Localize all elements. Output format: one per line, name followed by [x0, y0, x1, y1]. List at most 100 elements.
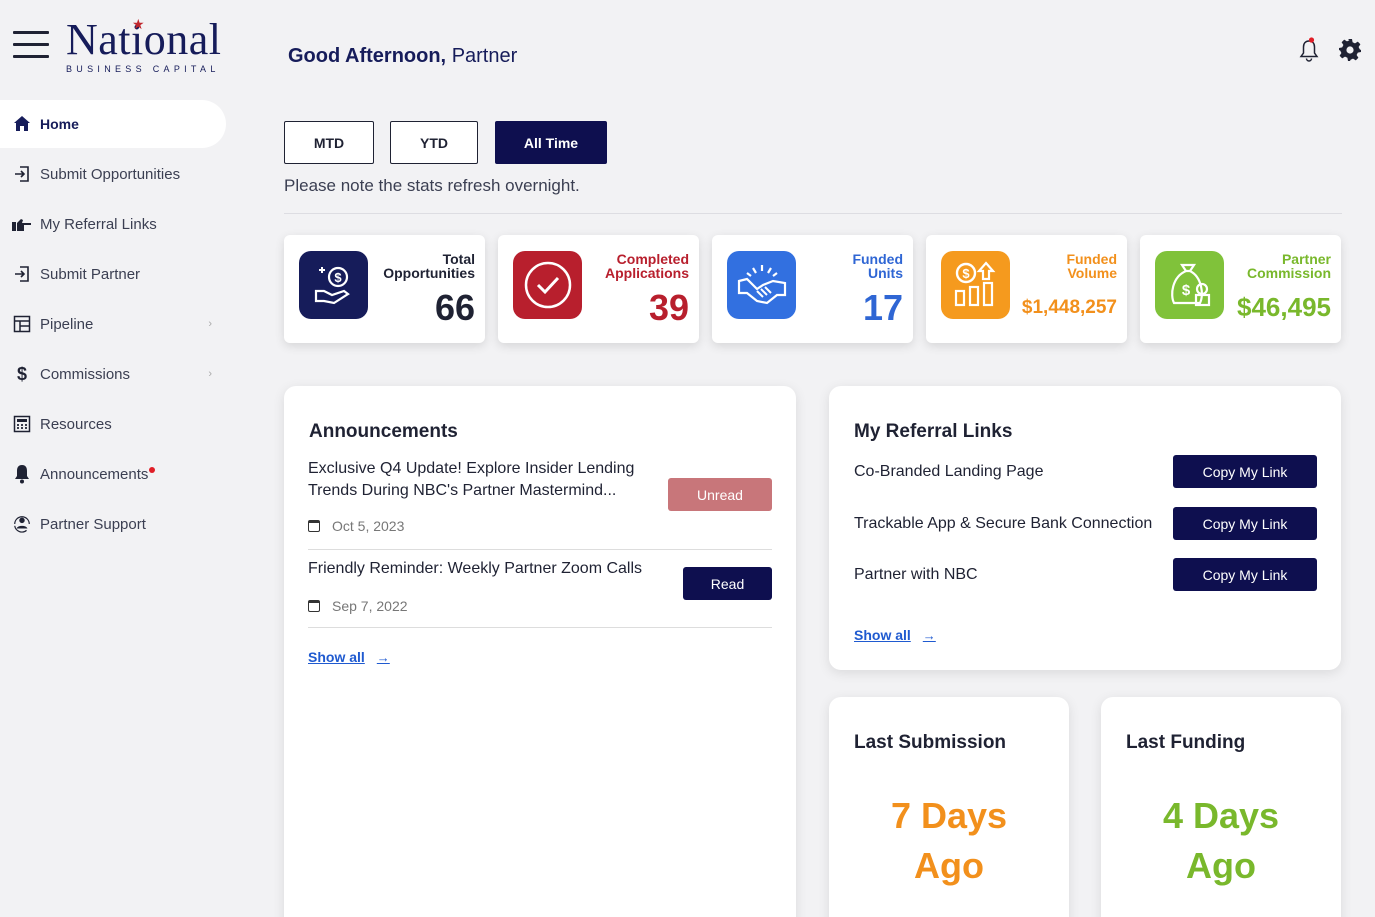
last-submission-title: Last Submission	[854, 732, 1007, 753]
sidebar-item-label: Home	[40, 116, 79, 132]
stat-label: Funded Volume	[1066, 251, 1117, 281]
sidebar-item-announcements[interactable]: Announcements	[0, 450, 226, 498]
calculator-icon	[12, 414, 32, 434]
sidebar-item-label: Announcements	[40, 465, 149, 483]
notification-dot	[149, 467, 156, 473]
sidebar-nav: Home Submit Opportunities My Referral Li…	[0, 100, 226, 550]
star-icon: ★	[132, 16, 145, 32]
announcement-title[interactable]: Exclusive Q4 Update! Explore Insider Len…	[308, 458, 658, 502]
divider	[308, 627, 772, 628]
announcement-title[interactable]: Friendly Reminder: Weekly Partner Zoom C…	[308, 558, 658, 580]
stat-value: $1,448,257	[1021, 297, 1117, 318]
sidebar-item-partner-support[interactable]: Partner Support	[0, 500, 226, 548]
svg-text:$: $	[334, 270, 342, 285]
calendar-icon	[308, 520, 320, 532]
divider	[308, 549, 772, 550]
arrow-right-icon: →	[376, 649, 390, 665]
filter-ytd-button[interactable]: YTD	[390, 121, 478, 164]
last-funding-value: 4 Days Ago	[1162, 795, 1280, 886]
filter-all-time-button[interactable]: All Time	[495, 121, 607, 164]
sidebar-item-label: Resources	[40, 415, 112, 433]
last-funding-title: Last Funding	[1126, 732, 1246, 753]
chevron-right-icon: ›	[208, 318, 212, 330]
sidebar-item-submit-partner[interactable]: Submit Partner	[0, 250, 226, 298]
growth-chart-icon: $	[941, 251, 1010, 319]
home-icon	[12, 114, 32, 134]
last-submission-value: 7 Days Ago	[890, 795, 1008, 886]
read-status-button[interactable]: Read	[683, 567, 772, 600]
stats-refresh-note: Please note the stats refresh overnight.	[284, 176, 580, 195]
settings-gear-icon[interactable]	[1338, 38, 1362, 62]
bell-icon	[12, 464, 32, 484]
referral-links-title: My Referral Links	[854, 421, 1013, 442]
greeting: Good Afternoon, Partner	[288, 45, 517, 68]
sidebar-item-submit-opportunities[interactable]: Submit Opportunities	[0, 150, 226, 198]
dollar-icon: $	[16, 363, 27, 384]
check-circle-icon	[513, 251, 582, 319]
announcement-date: Sep 7, 2022	[308, 598, 772, 614]
pipeline-icon	[12, 314, 32, 334]
referral-links-panel: My Referral Links Co-Branded Landing Pag…	[829, 386, 1341, 670]
hand-dollar-icon: $	[299, 251, 368, 319]
greeting-name: Partner	[451, 45, 518, 67]
calendar-icon	[308, 600, 320, 612]
referral-link-row: Trackable App & Secure Bank Connection C…	[854, 507, 1317, 540]
referral-link-label: Trackable App & Secure Bank Connection	[854, 514, 1153, 532]
submit-icon	[12, 264, 32, 284]
stat-value: 17	[862, 287, 903, 328]
copy-link-button[interactable]: Copy My Link	[1173, 455, 1317, 488]
menu-icon[interactable]	[13, 31, 49, 59]
stat-label: Completed Applications	[604, 251, 689, 281]
stat-card-completed-applications: Completed Applications 39	[498, 235, 699, 343]
chevron-right-icon: ›	[208, 368, 212, 380]
svg-text:$: $	[962, 266, 970, 281]
show-all-announcements-link[interactable]: Show all →	[308, 649, 390, 665]
announcements-title: Announcements	[309, 421, 458, 442]
referral-link-row: Co-Branded Landing Page Copy My Link	[854, 455, 1317, 488]
greeting-text: Good Afternoon,	[288, 45, 447, 67]
notifications-bell-icon[interactable]	[1297, 36, 1321, 64]
copy-link-button[interactable]: Copy My Link	[1173, 507, 1317, 540]
stat-value: $46,495	[1237, 292, 1331, 322]
sidebar-item-label: Submit Partner	[40, 265, 141, 283]
stat-label: Funded Units	[852, 251, 903, 281]
sidebar-item-home[interactable]: Home	[0, 100, 226, 148]
sidebar-item-my-referral-links[interactable]: My Referral Links	[0, 200, 226, 248]
announcement-date: Oct 5, 2023	[308, 518, 772, 534]
submit-icon	[12, 164, 32, 184]
money-bag-icon: $	[1155, 251, 1224, 319]
stat-card-total-opportunities: $ Total Opportunities 66	[284, 235, 485, 343]
stat-label: Total Opportunities	[383, 251, 475, 281]
filter-mtd-button[interactable]: MTD	[284, 121, 374, 164]
logo: National BUSINESS CAPITAL ★	[66, 15, 226, 78]
divider	[284, 213, 1342, 214]
referral-link-label: Co-Branded Landing Page	[854, 462, 1044, 480]
sidebar-item-label: Submit Opportunities	[40, 165, 181, 183]
stat-card-funded-volume: $ Funded Volume $1,448,257	[926, 235, 1127, 343]
sidebar-item-label: Commissions	[40, 365, 131, 383]
sidebar-item-label: Pipeline	[40, 315, 94, 333]
show-all-referral-links-link[interactable]: Show all →	[854, 627, 936, 643]
stat-card-funded-units: Funded Units 17	[712, 235, 913, 343]
stat-value: 39	[648, 287, 689, 328]
last-funding-card: Last Funding 4 Days Ago	[1101, 697, 1341, 917]
referral-link-row: Partner with NBC Copy My Link	[854, 558, 1317, 591]
handshake-icon	[727, 251, 796, 319]
logo-wordmark: National	[66, 15, 222, 64]
last-submission-card: Last Submission 7 Days Ago	[829, 697, 1069, 917]
stat-card-partner-commission: $ Partner Commission $46,495	[1140, 235, 1341, 343]
logo-subtitle: BUSINESS CAPITAL	[66, 64, 220, 74]
announcements-panel: Announcements Exclusive Q4 Update! Explo…	[284, 386, 796, 917]
sidebar-item-resources[interactable]: Resources	[0, 400, 226, 448]
svg-text:$: $	[1181, 282, 1190, 299]
sidebar-item-label: Partner Support	[40, 515, 146, 533]
arrow-right-icon: →	[922, 627, 936, 643]
sidebar-item-commissions[interactable]: $ Commissions ›	[0, 350, 226, 398]
copy-link-button[interactable]: Copy My Link	[1173, 558, 1317, 591]
referral-link-label: Partner with NBC	[854, 565, 978, 583]
stat-value: 66	[434, 287, 475, 328]
sidebar-item-label: My Referral Links	[40, 215, 157, 233]
sidebar-item-pipeline[interactable]: Pipeline ›	[0, 300, 226, 348]
pointing-hand-icon	[12, 214, 32, 234]
unread-status-button[interactable]: Unread	[668, 478, 772, 511]
